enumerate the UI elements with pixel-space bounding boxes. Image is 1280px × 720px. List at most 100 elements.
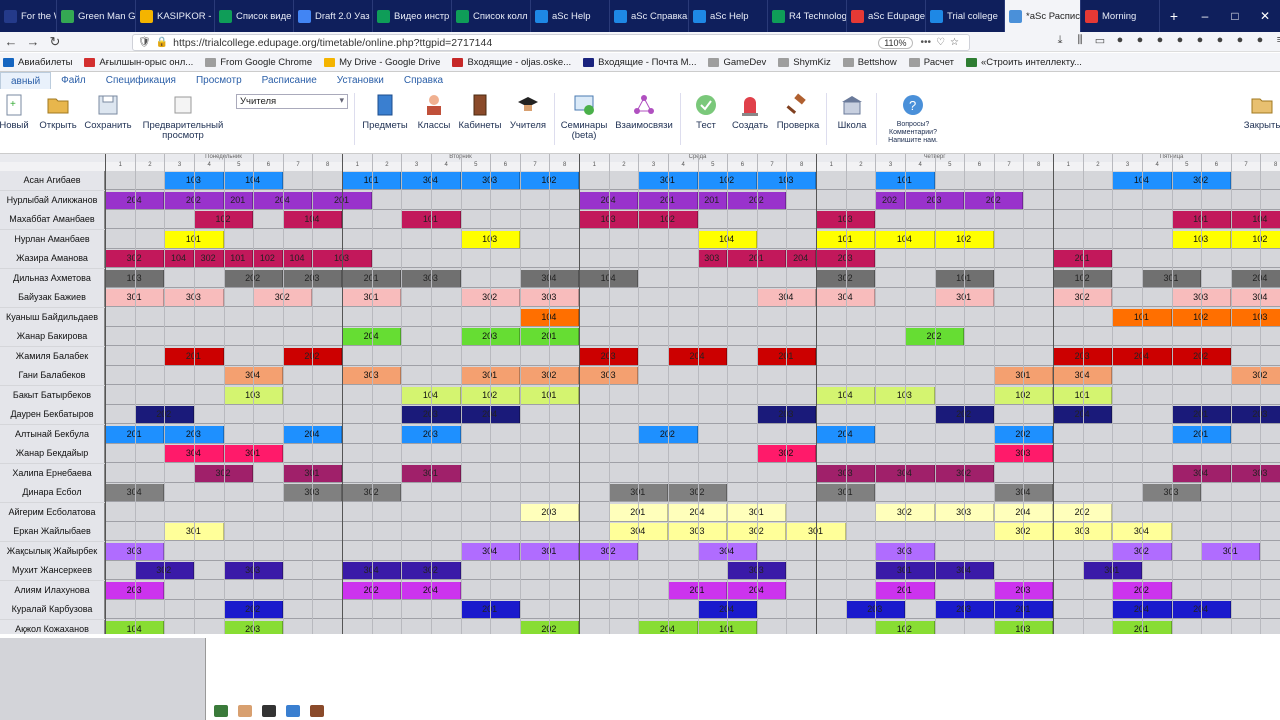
minimize-button[interactable]: – [1190,0,1220,32]
check-button[interactable]: Проверка [776,93,820,131]
bookmark-item[interactable]: Входящие - oljas.oske... [452,57,571,68]
extension-icon[interactable]: ● [1210,34,1230,47]
create-button[interactable]: Создать [730,93,770,131]
lesson-card[interactable]: 304 [1230,289,1280,306]
seminars-button[interactable]: Семинары (beta) [560,93,608,141]
test-button[interactable]: Тест [690,93,722,131]
lesson-card[interactable]: 201 [223,191,254,209]
browser-tab[interactable]: aSc Справка [610,0,689,32]
maximize-button[interactable]: □ [1220,0,1250,32]
teacher-name[interactable]: Алтынай Бекбула [0,424,105,444]
browser-tab[interactable]: R4 Technolog [768,0,847,32]
open-button[interactable]: Открыть [38,93,78,131]
book-icon[interactable] [286,705,300,717]
bookmark-item[interactable]: Расчет [908,57,954,68]
address-bar[interactable]: 🛡 🔒 https://trialcollege.edupage.org/tim… [132,34,970,51]
menu-tab[interactable]: Справка [394,75,453,86]
students-icon[interactable] [238,705,252,717]
lesson-card[interactable]: 104 [282,250,313,267]
lesson-card[interactable]: 103 [1230,308,1280,326]
browser-tab[interactable]: Trial college [926,0,1005,32]
lesson-card[interactable]: 302 [1230,367,1280,384]
feedback-button[interactable]: ? Вопросы? Комментарии? Напишите нам. [882,93,944,145]
teacher-name[interactable]: Жанар Бакирова [0,327,105,346]
lesson-card[interactable]: 204 [1230,269,1280,287]
teacher-name[interactable]: Асан Агибаев [0,171,105,190]
bookmark-item[interactable]: ShymKiz [778,57,831,68]
browser-tab[interactable]: aSc Help [689,0,768,32]
browser-tab[interactable]: aSc Edupage [847,0,926,32]
subjects-button[interactable]: Предметы [362,93,408,131]
extension-icon[interactable]: ● [1110,34,1130,47]
lesson-card[interactable]: 102 [253,250,283,267]
teacher-name[interactable]: Байузак Бажиев [0,288,105,307]
lesson-card[interactable]: 101 [223,250,254,267]
reload-icon[interactable]: ↻ [44,34,66,50]
lesson-card[interactable]: 104 [1230,211,1280,228]
teacher-name[interactable]: Жақсылық Жайырбек [0,541,105,561]
bookmark-item[interactable]: GameDev [708,57,766,68]
extension-icon[interactable]: ● [1190,34,1210,47]
save-button[interactable]: Сохранить [82,93,134,131]
teacher-name[interactable]: Динара Есбол [0,483,105,502]
browser-tab[interactable]: For the Week [0,0,57,32]
teacher-name[interactable]: Жанар Бекдайыр [0,444,105,463]
browser-tab[interactable]: aSc Help [531,0,610,32]
teacher-name[interactable]: Алиям Илахунова [0,580,105,600]
teacher-name[interactable]: Бакыт Батырбеков [0,385,105,405]
extension-icon[interactable]: ● [1250,34,1270,47]
lesson-card[interactable]: 302 [193,250,224,267]
teacher-name[interactable]: Куаныш Байдильдаев [0,307,105,327]
teacher-name[interactable]: Айгерим Есболатова [0,502,105,522]
bookmark-star-icon[interactable]: ☆ [950,37,959,48]
browser-tab[interactable]: *aSc Распис✕ [1005,0,1081,32]
menu-tab[interactable]: Расписание [252,75,327,86]
menu-tab[interactable]: Просмотр [186,75,252,86]
close-button[interactable]: Закрыть [1244,93,1280,131]
teacher-name[interactable]: Дильназ Ахметова [0,268,105,288]
school-button[interactable]: Школа [834,93,870,131]
teacher-name[interactable]: Ақжол Кожаханов [0,619,105,634]
extension-icon[interactable]: ● [1150,34,1170,47]
rooms-button[interactable]: Кабинеты [458,93,502,131]
view-select[interactable]: Учителя [236,94,348,109]
teacher-name[interactable]: Жазира Аманова [0,249,105,268]
door-icon[interactable] [310,705,324,717]
browser-tab[interactable]: Список колл [452,0,531,32]
lesson-card[interactable]: 104 [164,250,194,267]
menu-tab[interactable]: авный [0,72,52,89]
back-icon[interactable]: ← [0,34,22,49]
graduation-cap-icon[interactable] [262,705,276,717]
extension-icon[interactable]: ● [1170,34,1190,47]
bookmark-item[interactable]: My Drive - Google Drive [324,57,440,68]
lesson-card[interactable]: 201 [697,191,728,209]
teacher-name[interactable]: Махаббат Аманбаев [0,210,105,229]
lesson-card[interactable]: 303 [697,250,728,267]
teacher-name[interactable]: Нурлан Аманбаев [0,229,105,249]
extension-icon[interactable]: ● [1130,34,1150,47]
library-icon[interactable]: ⫼ [1070,34,1090,47]
bookmark-item[interactable]: Входящие - Почта М... [583,57,696,68]
browser-tab[interactable]: Видео инстр [373,0,452,32]
pocket-icon[interactable]: ♡ [936,37,945,48]
teacher-name[interactable]: Нурлыбай Аликжанов [0,190,105,210]
lesson-card[interactable]: 204 [786,250,816,267]
new-tab-button[interactable]: + [1160,0,1188,32]
teacher-name[interactable]: Даурен Бекбатыров [0,405,105,424]
teacher-name[interactable]: Халипа Ернебаева [0,463,105,483]
teachers-button[interactable]: Учителя [508,93,548,131]
teacher-name[interactable]: Еркан Жайлыбаев [0,522,105,541]
bookmark-item[interactable]: Bettshow [842,57,897,68]
board-icon[interactable] [214,705,228,717]
bookmark-item[interactable]: Авиабилеты [3,57,72,68]
zoom-badge[interactable]: 110% [878,36,913,49]
teacher-name[interactable]: Гани Балабеков [0,366,105,385]
new-button[interactable]: + Новый [0,93,29,131]
lesson-card[interactable]: 202 [875,191,905,209]
menu-tab[interactable]: Файл [51,75,96,86]
lesson-card[interactable]: 102 [1230,230,1280,248]
download-icon[interactable]: ⤓ [1050,34,1070,47]
lesson-card[interactable]: 203 [1230,406,1280,423]
browser-tab[interactable]: Draft 2.0 Уаз [294,0,373,32]
browser-tab[interactable]: KASIPKOR - G [136,0,215,32]
